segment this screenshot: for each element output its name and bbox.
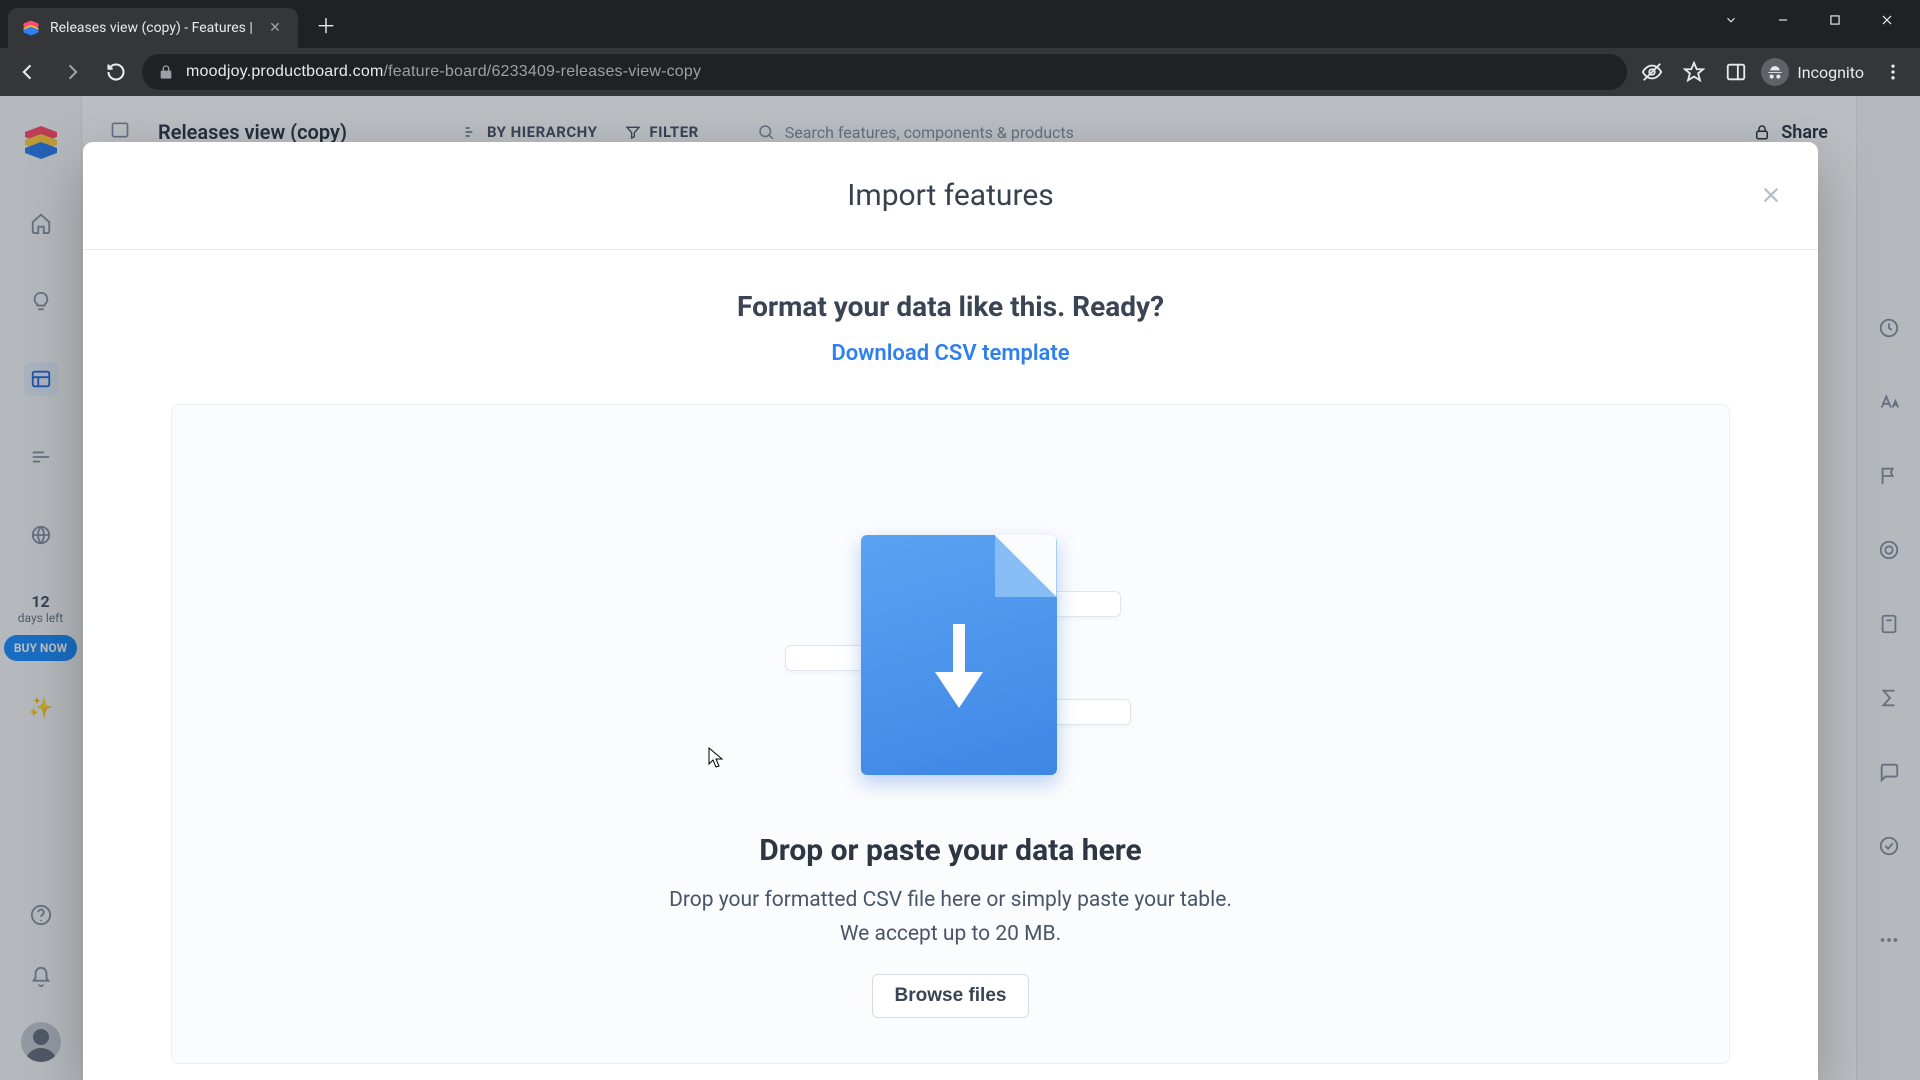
dropzone-sub2: We accept up to 20 MB. (840, 922, 1061, 946)
dropzone-sub1: Drop your formatted CSV file here or sim… (669, 888, 1232, 912)
address-bar[interactable]: moodjoy.productboard.com/feature-board/6… (142, 54, 1627, 90)
modal-header: Import features (83, 142, 1818, 250)
window-minimize-icon[interactable] (1760, 4, 1806, 36)
url-text: moodjoy.productboard.com/feature-board/6… (186, 63, 701, 81)
modal-close-button[interactable] (1754, 178, 1788, 212)
download-csv-template-link[interactable]: Download CSV template (831, 341, 1069, 366)
dropzone-heading: Drop or paste your data here (759, 833, 1141, 868)
file-download-icon (861, 535, 1057, 775)
tab-title: Releases view (copy) - Features | (50, 20, 256, 36)
new-tab-button[interactable]: ＋ (312, 10, 340, 38)
browser-toolbar: moodjoy.productboard.com/feature-board/6… (0, 48, 1920, 96)
window-close-icon[interactable] (1864, 4, 1910, 36)
bookmark-star-icon[interactable] (1677, 55, 1711, 89)
mouse-cursor-icon (708, 747, 724, 773)
format-instruction: Format your data like this. Ready? (737, 290, 1164, 323)
forward-button[interactable] (54, 54, 90, 90)
incognito-label: Incognito (1797, 63, 1864, 82)
modal-title: Import features (847, 178, 1054, 213)
browser-menu-icon[interactable] (1876, 55, 1910, 89)
dropzone-illustration (771, 535, 1131, 775)
close-icon (1760, 184, 1782, 206)
lock-icon (158, 64, 174, 80)
window-maximize-icon[interactable] (1812, 4, 1858, 36)
browser-tab[interactable]: Releases view (copy) - Features | ✕ (8, 8, 298, 48)
back-button[interactable] (10, 54, 46, 90)
tab-close-icon[interactable]: ✕ (266, 20, 284, 36)
incognito-avatar-icon[interactable] (1761, 58, 1789, 86)
tab-favicon-icon (22, 19, 40, 37)
browse-files-button[interactable]: Browse files (872, 974, 1030, 1018)
csv-dropzone[interactable]: Drop or paste your data here Drop your f… (171, 404, 1730, 1064)
tab-search-icon[interactable] (1708, 4, 1754, 36)
side-panel-icon[interactable] (1719, 55, 1753, 89)
browser-titlebar: Releases view (copy) - Features | ✕ ＋ (0, 0, 1920, 48)
reload-button[interactable] (98, 54, 134, 90)
eye-off-icon[interactable] (1635, 55, 1669, 89)
import-features-modal: Import features Format your data like th… (83, 142, 1818, 1080)
